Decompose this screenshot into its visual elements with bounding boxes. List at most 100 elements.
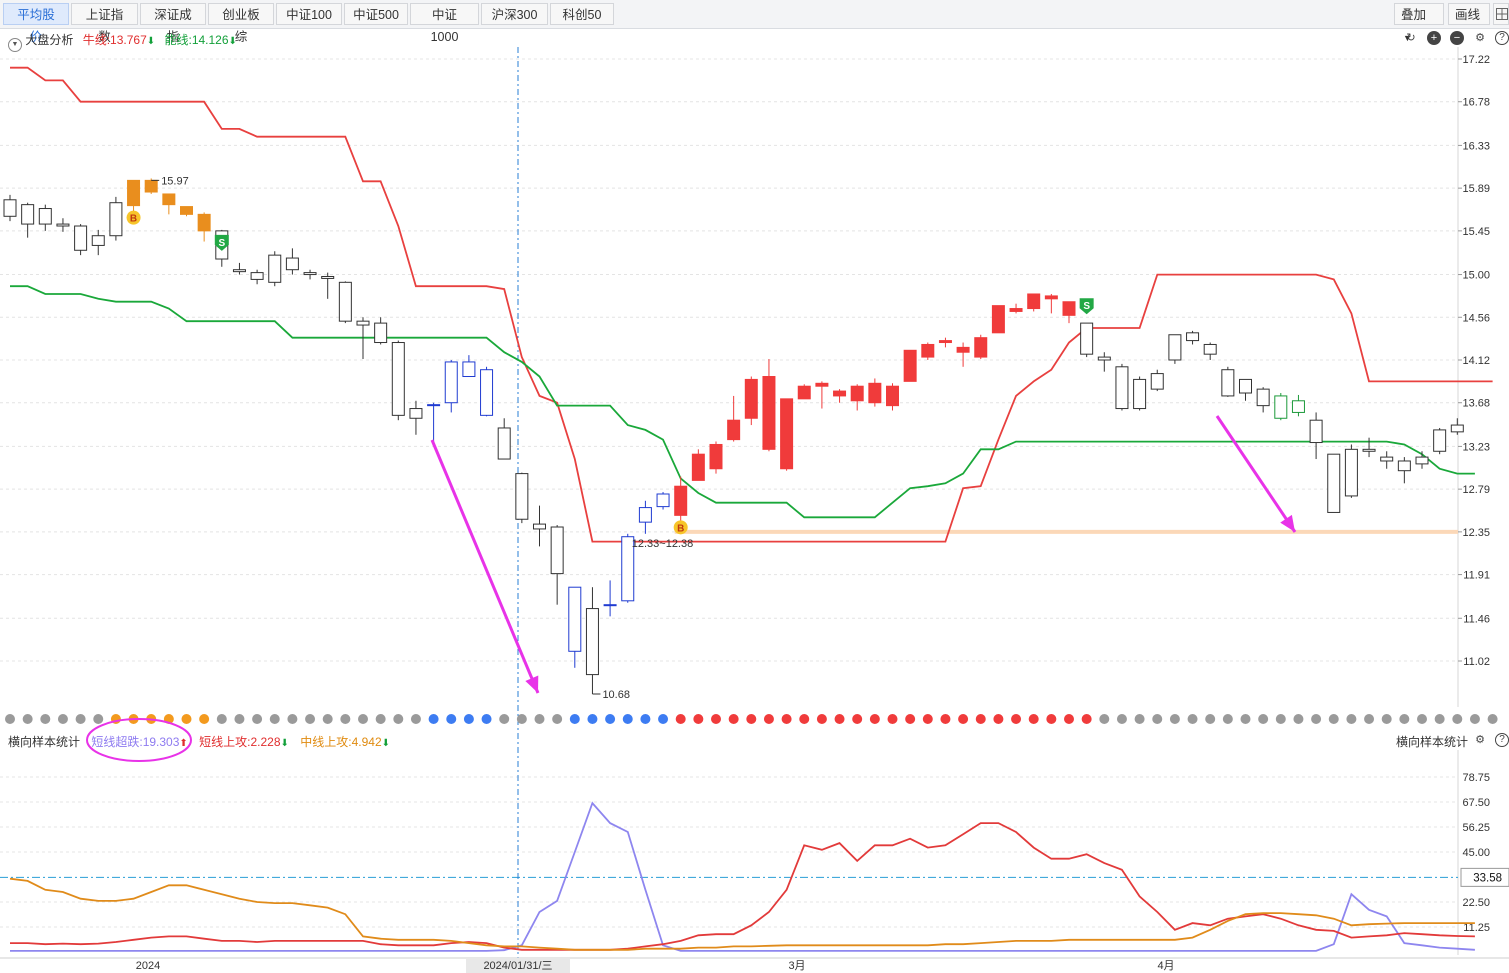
candle-body xyxy=(1397,460,1411,472)
signal-dot xyxy=(1293,714,1304,724)
main-y-tick-label: 17.22 xyxy=(1462,54,1490,66)
candle-body xyxy=(1415,456,1429,465)
sub-y-tick-label: 45.00 xyxy=(1462,847,1490,859)
trend-arrow-head xyxy=(1280,514,1295,532)
signal-dot xyxy=(834,714,845,724)
signal-dot xyxy=(1240,714,1251,724)
arrow-up-icon: ⬆ xyxy=(179,738,188,749)
candle-body xyxy=(1221,369,1235,397)
signal-dot xyxy=(781,714,792,724)
trend-arrow-line xyxy=(1215,415,1297,533)
candle-body xyxy=(1362,448,1376,452)
signal-dot xyxy=(1205,714,1216,724)
candle-body xyxy=(1186,332,1200,342)
signal-dot xyxy=(516,714,527,724)
short-up-label: 短线上攻:2.228 xyxy=(199,735,281,749)
candle-body xyxy=(585,608,599,676)
candle-body xyxy=(144,179,158,193)
sub-panel-right-title: 横向样本统计 xyxy=(1396,735,1469,749)
signal-dot xyxy=(340,714,351,724)
candle-body xyxy=(656,493,670,508)
candle-body xyxy=(938,340,952,344)
main-candlestick-chart[interactable]: 17.22 16.78 16.33 15.89 15.45 15.00 14.56 14.12… xyxy=(0,0,1509,973)
signal-dot xyxy=(675,714,686,724)
candle-body xyxy=(180,206,193,215)
signal-dot xyxy=(1187,714,1198,724)
candle-body xyxy=(1380,456,1394,462)
main-y-tick-label: 11.46 xyxy=(1463,613,1490,625)
reference-value-label: 33.58 xyxy=(1473,872,1502,884)
signal-dot xyxy=(958,714,969,724)
signal-dot xyxy=(57,714,68,724)
candle-body xyxy=(833,390,847,397)
candle-body xyxy=(3,199,17,217)
signal-dot xyxy=(234,714,245,724)
sell-signal-label: S xyxy=(218,238,225,249)
signal-dot xyxy=(1417,714,1427,724)
main-y-tick-label: 13.68 xyxy=(1462,398,1490,410)
signal-dot xyxy=(1134,714,1145,724)
sell-signal-label: S xyxy=(1083,301,1090,312)
candle-body xyxy=(1168,334,1182,361)
range-price-label: 12.33~12.38 xyxy=(632,538,693,550)
candle-body xyxy=(709,443,723,470)
candle-body xyxy=(427,404,441,407)
candle-body xyxy=(462,361,476,378)
candle-body xyxy=(797,385,811,400)
candle-body xyxy=(903,349,917,382)
signal-dot xyxy=(499,714,510,724)
signal-dot xyxy=(5,714,15,724)
candle-body xyxy=(850,385,864,402)
main-y-tick-label: 11.02 xyxy=(1463,656,1490,668)
signal-dot xyxy=(852,714,863,724)
main-y-tick-label: 13.23 xyxy=(1462,441,1490,453)
signal-dot xyxy=(1064,714,1074,724)
signal-dot xyxy=(1046,714,1057,724)
sub-y-tick-label: 22.50 xyxy=(1462,897,1490,909)
candle-body xyxy=(1150,373,1164,390)
candle-body xyxy=(1239,378,1252,394)
signal-dot xyxy=(1169,714,1180,724)
signal-dot xyxy=(75,714,86,724)
candle-body xyxy=(1291,400,1305,413)
signal-dot xyxy=(1346,714,1357,724)
signal-dot xyxy=(940,714,951,724)
low-price-label: 10.68 xyxy=(602,689,630,701)
signal-dot xyxy=(605,714,616,724)
candle-body xyxy=(886,385,899,407)
main-y-tick-label: 16.78 xyxy=(1462,97,1490,109)
signal-dot xyxy=(975,714,986,724)
buy-signal-label: B xyxy=(677,523,684,534)
candle-body xyxy=(603,604,617,607)
candle-body xyxy=(162,193,176,206)
signal-dot xyxy=(622,714,633,724)
help-icon[interactable]: ? xyxy=(1495,733,1509,747)
signal-dot xyxy=(816,714,827,724)
buy-signal-label: B xyxy=(130,214,137,225)
candle-body xyxy=(74,225,88,251)
signal-dot xyxy=(1469,714,1480,724)
signal-dot xyxy=(1011,714,1022,724)
settings-gear-icon[interactable]: ⚙ xyxy=(1473,733,1487,747)
signal-dot xyxy=(763,714,774,724)
signal-dot xyxy=(463,714,474,724)
signal-dot xyxy=(269,714,280,724)
signal-dot xyxy=(1381,714,1392,724)
signal-dot xyxy=(693,714,704,724)
signal-dot xyxy=(534,714,545,724)
candle-body xyxy=(1080,322,1094,355)
sub-y-tick-label: 78.75 xyxy=(1462,772,1490,784)
signal-dot xyxy=(252,714,263,724)
signal-dot xyxy=(1275,714,1286,724)
candle-body xyxy=(91,235,105,246)
candle-body xyxy=(762,376,776,450)
mid-up-label: 中线上攻:4.942 xyxy=(300,735,382,749)
candle-body xyxy=(56,223,70,227)
short-up-line xyxy=(10,822,1475,951)
candle-body xyxy=(638,507,652,523)
signal-dot xyxy=(1452,714,1463,724)
signal-dot xyxy=(569,714,580,724)
candle-body xyxy=(409,408,423,419)
candle-body xyxy=(815,382,829,387)
signal-dot xyxy=(40,714,51,724)
